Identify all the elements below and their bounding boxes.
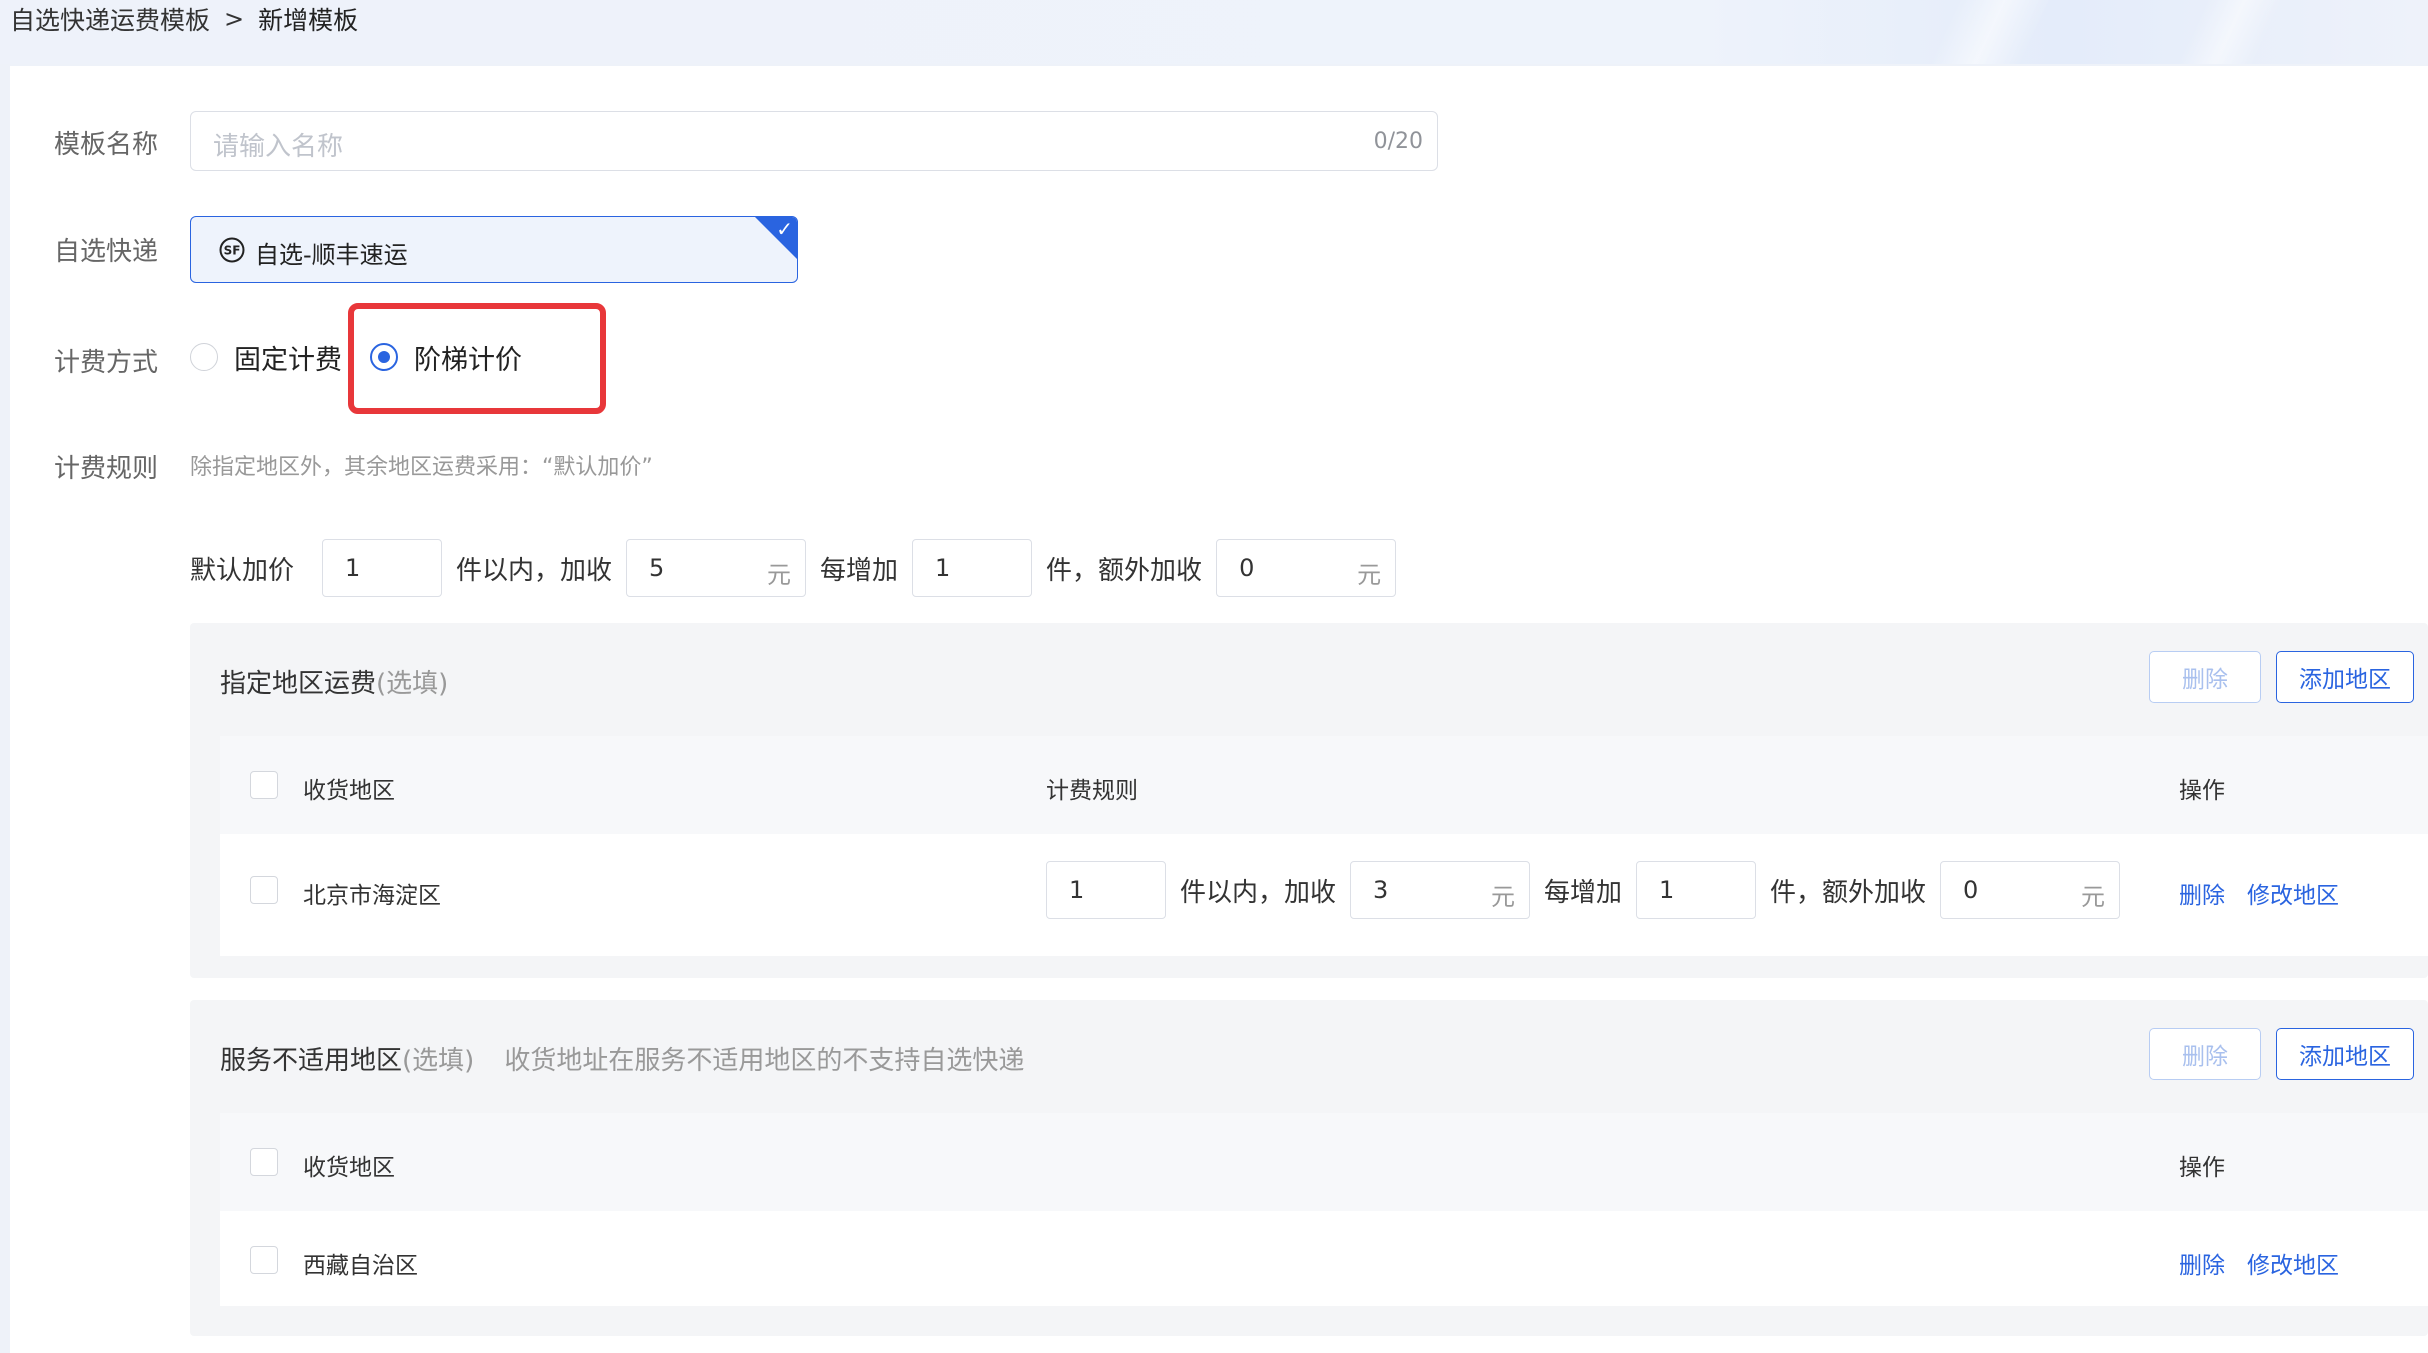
row-step-fee-input[interactable]: 0元 bbox=[1940, 861, 2121, 919]
express-option-card[interactable]: SF 自选-顺丰速运 ✓ bbox=[190, 216, 798, 283]
billing-rule-label: 计费规则 bbox=[54, 454, 159, 484]
radio-circle[interactable] bbox=[190, 343, 218, 371]
delete-button[interactable]: 删除 bbox=[2149, 1028, 2261, 1080]
breadcrumb: 自选快递运费模板 > 新增模板 bbox=[10, 0, 358, 38]
top-bar: 自选快递运费模板 > 新增模板 bbox=[0, 0, 2428, 64]
default-pricing-row: 默认加价 1 件以内，加收 5元 每增加 1 件，额外加收 0元 bbox=[190, 539, 1397, 597]
unsupported-region-table: 收货地区 操作 西藏自治区 删除 修改地区 bbox=[220, 1113, 2428, 1306]
row-step-qty-value: 1 bbox=[1659, 876, 1675, 904]
step-fee-value: 0 bbox=[1239, 554, 1255, 582]
optional-tag: (选填) bbox=[376, 669, 449, 699]
region-name: 北京市海淀区 bbox=[303, 883, 441, 909]
row-pricing-rule: 1 件以内，加收 3元 每增加 1 件，额外加收 0元 bbox=[1046, 861, 2121, 919]
each-text: 每增加 bbox=[820, 555, 899, 586]
unit-text: 元 bbox=[1491, 883, 1516, 911]
designated-section-title: 指定地区运费(选填) bbox=[220, 663, 448, 700]
within-text: 件以内，加收 bbox=[1180, 877, 1337, 908]
add-region-button[interactable]: 添加地区 bbox=[2276, 1028, 2414, 1080]
express-label: 自选快递 bbox=[54, 237, 159, 267]
col-region: 收货地区 bbox=[303, 778, 395, 804]
check-icon: ✓ bbox=[776, 217, 793, 241]
within-text: 件以内，加收 bbox=[456, 555, 613, 586]
first-qty-input[interactable]: 1 bbox=[322, 539, 443, 597]
header-decoration bbox=[1890, 0, 2090, 64]
row-first-fee-input[interactable]: 3元 bbox=[1350, 861, 1531, 919]
template-name-input[interactable]: 请输入名称 0/20 bbox=[190, 111, 1438, 171]
unsupported-region-section: 服务不适用地区(选填) 收货地址在服务不适用地区的不支持自选快递 删除 添加地区 … bbox=[190, 1000, 2428, 1336]
template-name-label: 模板名称 bbox=[54, 130, 159, 160]
first-qty-value: 1 bbox=[345, 554, 361, 582]
delete-button[interactable]: 删除 bbox=[2149, 651, 2261, 703]
breadcrumb-parent-link[interactable]: 自选快递运费模板 bbox=[10, 1, 210, 37]
radio-fixed-billing[interactable]: 固定计费 bbox=[190, 337, 342, 377]
table-header: 收货地区 操作 bbox=[220, 1113, 2428, 1211]
section-description: 收货地址在服务不适用地区的不支持自选快递 bbox=[504, 1046, 1025, 1076]
express-name: 自选-顺丰速运 bbox=[255, 241, 408, 269]
highlight-annotation-box bbox=[348, 303, 606, 414]
row-modify-region-link[interactable]: 修改地区 bbox=[2247, 876, 2339, 910]
table-header: 收货地区 计费规则 操作 bbox=[220, 736, 2428, 834]
billing-rule-hint: 除指定地区外，其余地区运费采用：“默认加价” bbox=[190, 455, 653, 480]
each-text: 每增加 bbox=[1544, 877, 1623, 908]
first-fee-input[interactable]: 5元 bbox=[626, 539, 807, 597]
template-name-placeholder: 请输入名称 bbox=[213, 132, 344, 162]
step-qty-input[interactable]: 1 bbox=[912, 539, 1033, 597]
col-action: 操作 bbox=[2179, 1155, 2225, 1181]
unit-text: 元 bbox=[2081, 883, 2106, 911]
col-action: 操作 bbox=[2179, 778, 2225, 804]
breadcrumb-separator: > bbox=[224, 5, 245, 33]
optional-tag: (选填) bbox=[402, 1046, 475, 1076]
extra-text: 件，额外加收 bbox=[1046, 555, 1203, 586]
table-row: 西藏自治区 删除 修改地区 bbox=[220, 1211, 2428, 1306]
unit-text: 元 bbox=[767, 561, 792, 589]
billing-method-label: 计费方式 bbox=[54, 348, 159, 378]
row-first-fee-value: 3 bbox=[1373, 876, 1389, 904]
sf-logo-icon: SF bbox=[219, 237, 245, 263]
designated-region-table: 收货地区 计费规则 操作 北京市海淀区 1 件以内，加收 3元 每增加 1 件，… bbox=[220, 736, 2428, 956]
row-checkbox[interactable] bbox=[250, 876, 278, 904]
row-delete-link[interactable]: 删除 bbox=[2179, 876, 2225, 910]
unit-text: 元 bbox=[1357, 561, 1382, 589]
table-row: 北京市海淀区 1 件以内，加收 3元 每增加 1 件，额外加收 0元 删除 修改… bbox=[220, 834, 2428, 956]
section-title-text: 指定地区运费 bbox=[220, 669, 377, 699]
step-fee-input[interactable]: 0元 bbox=[1216, 539, 1397, 597]
designated-region-section: 指定地区运费(选填) 删除 添加地区 收货地区 计费规则 操作 北京市海淀区 1… bbox=[190, 623, 2428, 978]
svg-text:SF: SF bbox=[224, 244, 241, 258]
header-decoration bbox=[2150, 0, 2310, 64]
select-all-checkbox[interactable] bbox=[250, 1148, 278, 1176]
unsupported-section-title: 服务不适用地区(选填) 收货地址在服务不适用地区的不支持自选快递 bbox=[220, 1040, 1024, 1077]
col-region: 收货地区 bbox=[303, 1155, 395, 1181]
row-modify-region-link[interactable]: 修改地区 bbox=[2247, 1246, 2339, 1280]
row-step-qty-input[interactable]: 1 bbox=[1636, 861, 1757, 919]
extra-text: 件，额外加收 bbox=[1770, 877, 1927, 908]
select-all-checkbox[interactable] bbox=[250, 771, 278, 799]
row-checkbox[interactable] bbox=[250, 1246, 278, 1274]
step-qty-value: 1 bbox=[935, 554, 951, 582]
region-name: 西藏自治区 bbox=[303, 1253, 418, 1279]
first-fee-value: 5 bbox=[649, 554, 665, 582]
add-region-button[interactable]: 添加地区 bbox=[2276, 651, 2414, 703]
row-first-qty-input[interactable]: 1 bbox=[1046, 861, 1166, 919]
default-pricing-label: 默认加价 bbox=[190, 555, 295, 586]
col-rule: 计费规则 bbox=[1046, 778, 1138, 804]
breadcrumb-current: 新增模板 bbox=[258, 6, 359, 35]
section-title-text: 服务不适用地区 bbox=[220, 1046, 403, 1076]
row-delete-link[interactable]: 删除 bbox=[2179, 1246, 2225, 1280]
char-counter: 0/20 bbox=[1373, 129, 1423, 154]
row-step-fee-value: 0 bbox=[1963, 876, 1979, 904]
row-first-qty-value: 1 bbox=[1069, 876, 1085, 904]
radio-label: 固定计费 bbox=[234, 344, 342, 376]
